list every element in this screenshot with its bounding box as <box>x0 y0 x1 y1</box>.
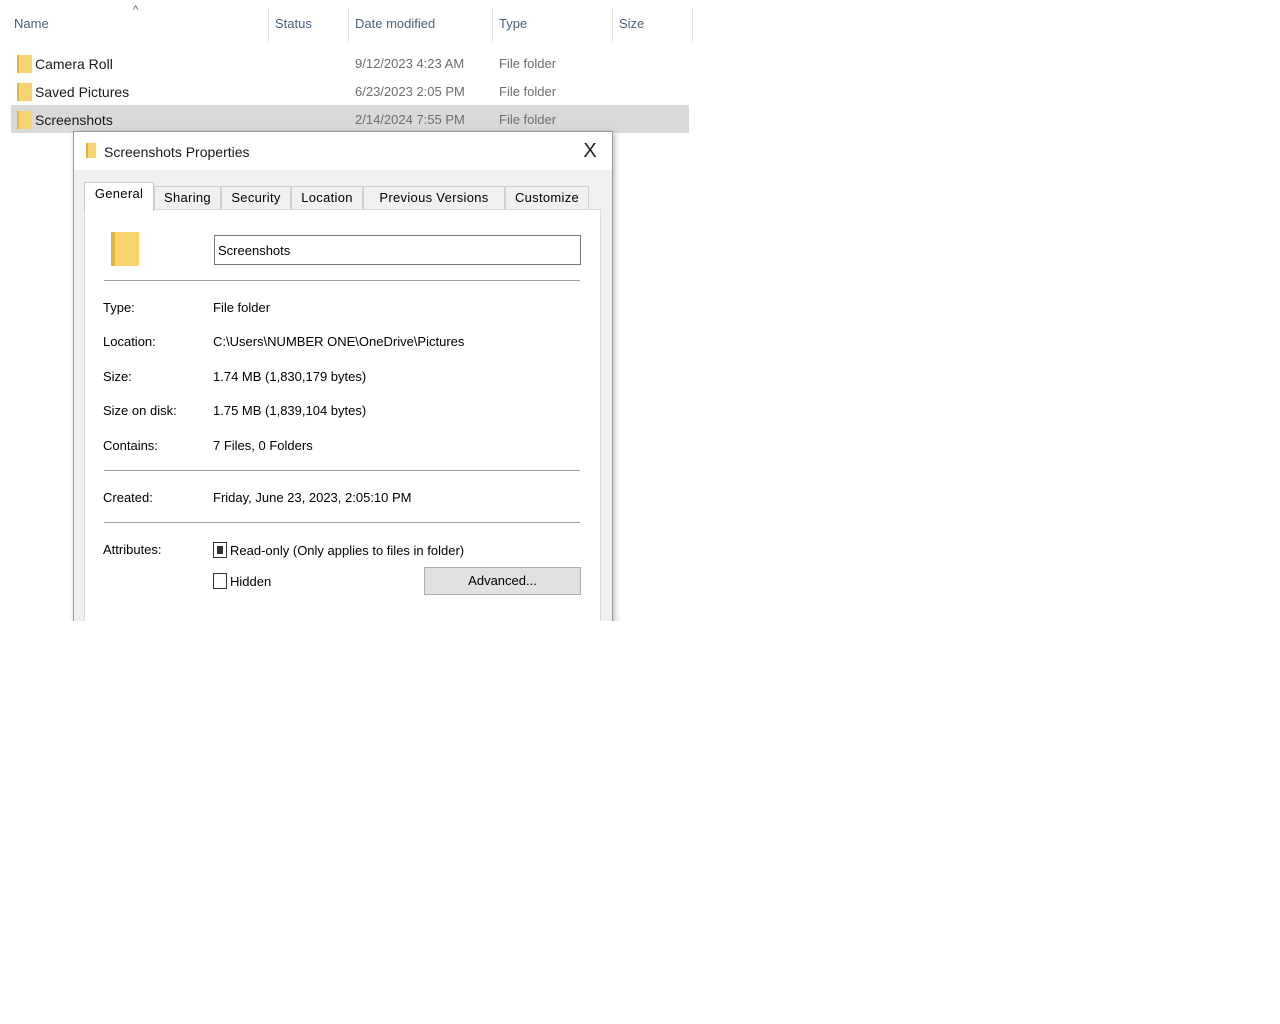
column-header-bar: ^ Name Status Date modified Type Size <box>0 0 700 44</box>
screen-blank-area <box>0 621 1280 1024</box>
column-size[interactable]: Size <box>619 16 644 31</box>
item-type: File folder <box>499 84 557 99</box>
divider <box>104 522 580 523</box>
item-name: Camera Roll <box>35 56 113 72</box>
size-value: 1.74 MB (1,830,179 bytes) <box>213 369 367 384</box>
readonly-label[interactable]: Read-only (Only applies to files in fold… <box>230 543 464 558</box>
column-divider[interactable] <box>348 8 349 42</box>
type-value: File folder <box>213 300 271 315</box>
column-name[interactable]: Name <box>14 16 49 31</box>
column-status[interactable]: Status <box>275 16 312 31</box>
folder-icon <box>17 83 32 101</box>
column-divider[interactable] <box>268 8 269 42</box>
list-item-saved-pictures[interactable]: Saved Pictures 6/23/2023 2:05 PM File fo… <box>11 77 689 105</box>
size-label: Size: <box>103 369 132 384</box>
hidden-label[interactable]: Hidden <box>230 574 271 589</box>
item-date: 6/23/2023 2:05 PM <box>355 84 465 99</box>
list-item-screenshots[interactable]: Screenshots 2/14/2024 7:55 PM File folde… <box>11 105 689 133</box>
column-divider[interactable] <box>492 8 493 42</box>
item-date: 2/14/2024 7:55 PM <box>355 112 465 127</box>
item-type: File folder <box>499 112 557 127</box>
close-button[interactable]: X <box>568 132 612 170</box>
divider <box>104 280 580 281</box>
item-date: 9/12/2023 4:23 AM <box>355 56 465 71</box>
folder-icon <box>17 111 32 129</box>
location-label: Location: <box>103 334 156 349</box>
contains-label: Contains: <box>103 438 158 453</box>
tab-location[interactable]: Location <box>291 186 363 210</box>
readonly-checkbox[interactable] <box>213 542 227 558</box>
tab-previous-versions[interactable]: Previous Versions <box>363 186 505 210</box>
folder-icon <box>86 143 96 158</box>
tab-sharing[interactable]: Sharing <box>154 186 221 210</box>
folder-icon <box>17 55 32 73</box>
created-label: Created: <box>103 490 153 505</box>
size-on-disk-label: Size on disk: <box>103 403 177 418</box>
divider <box>104 470 580 471</box>
item-name: Screenshots <box>35 112 113 128</box>
item-type: File folder <box>499 56 557 71</box>
type-label: Type: <box>103 300 135 315</box>
dialog-title: Screenshots Properties <box>104 144 250 160</box>
location-value: C:\Users\NUMBER ONE\OneDrive\Pictures <box>213 334 465 349</box>
tab-customize[interactable]: Customize <box>505 186 589 210</box>
column-type[interactable]: Type <box>499 16 527 31</box>
size-on-disk-value: 1.75 MB (1,839,104 bytes) <box>213 403 367 418</box>
sort-ascending-icon: ^ <box>133 4 139 16</box>
column-divider[interactable] <box>612 8 613 42</box>
list-item-camera-roll[interactable]: Camera Roll 9/12/2023 4:23 AM File folde… <box>11 49 689 77</box>
tab-security[interactable]: Security <box>221 186 291 210</box>
advanced-button[interactable]: Advanced... <box>424 567 581 595</box>
general-panel: Type: File folder Location: C:\Users\NUM… <box>84 209 601 641</box>
column-date-modified[interactable]: Date modified <box>355 16 435 31</box>
created-value: Friday, June 23, 2023, 2:05:10 PM <box>213 490 412 505</box>
contains-value: 7 Files, 0 Folders <box>213 438 313 453</box>
folder-name-input[interactable] <box>214 235 581 265</box>
dialog-titlebar[interactable]: Screenshots Properties X <box>74 132 612 170</box>
hidden-checkbox[interactable] <box>213 573 227 589</box>
folder-icon <box>111 232 139 266</box>
properties-dialog: Screenshots Properties X General Sharing… <box>73 131 613 641</box>
item-name: Saved Pictures <box>35 84 130 100</box>
attributes-label: Attributes: <box>103 542 162 557</box>
file-list: ^ Name Status Date modified Type Size Ca… <box>0 0 700 140</box>
column-divider[interactable] <box>692 8 693 42</box>
tab-general[interactable]: General <box>84 182 154 211</box>
